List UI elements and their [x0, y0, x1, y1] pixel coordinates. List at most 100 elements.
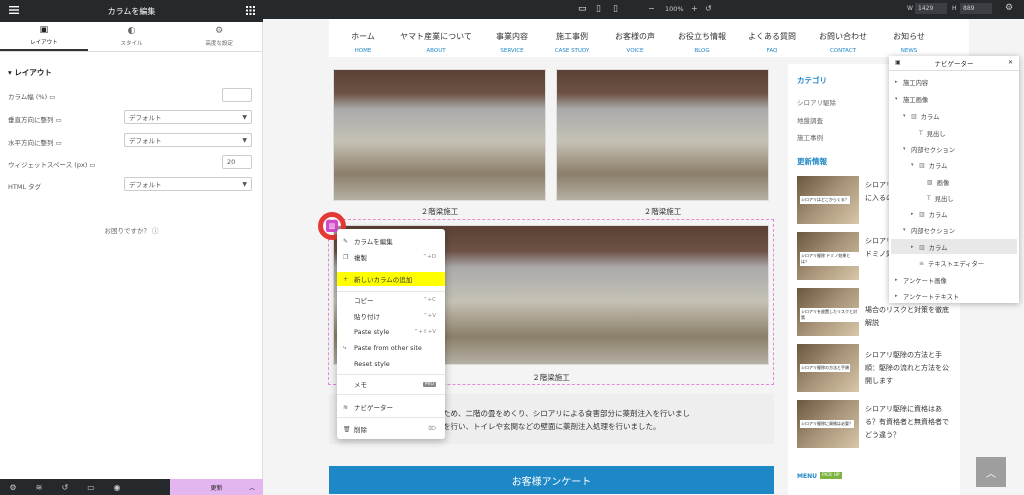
- site-nav: ホーム HOME ヤマト産業について ABOUT 事業内容 SERVICE 施工事例 C…: [329, 19, 969, 57]
- context-menu: ✎ カラムを編集 ❐ 複製 ⌃+D + 新しいカラムの追加 コピー ⌃+C 貼り付け ⌃+V…: [337, 229, 445, 439]
- navigator-item[interactable]: ▾ 施工画像: [895, 92, 928, 106]
- construction-photo[interactable]: [556, 69, 769, 201]
- close-icon[interactable]: ✕: [1008, 59, 1013, 66]
- post-title[interactable]: シロアリ駆除の方法と手順：駆除の流れと方法を公開します: [865, 349, 955, 388]
- column-icon: ▥: [919, 243, 925, 251]
- post-thumbnail[interactable]: シロアリを放置したリスクと対策: [797, 288, 859, 336]
- editor-panel: カラムを編集 ▣ レイアウト ◐ スタイル ⚙ 高度な設定 ▾ レイアウト カラム幅 …: [0, 0, 263, 495]
- category-link[interactable]: 地盤調査: [797, 115, 823, 125]
- nav-item-case-study[interactable]: 施工事例 CASE STUDY: [547, 31, 597, 54]
- chevron-right-icon: ▸: [911, 244, 914, 250]
- nav-item-service[interactable]: 事業内容 SERVICE: [487, 31, 537, 54]
- column-icon: ▥: [919, 210, 925, 218]
- navigator-item[interactable]: ▾ ▥ カラム: [903, 109, 939, 123]
- navigator-item[interactable]: ▾ ▥ カラム: [911, 158, 947, 172]
- vertical-align-select[interactable]: デフォルト ▼: [124, 110, 252, 124]
- menu-item-edit-column[interactable]: ✎ カラムを編集: [337, 234, 445, 248]
- help-link[interactable]: お困りですか？ ⓘ: [0, 225, 263, 235]
- survey-heading[interactable]: お客様アンケート: [329, 466, 774, 494]
- height-input[interactable]: 889: [960, 3, 992, 14]
- reset-zoom-icon[interactable]: ↺: [705, 4, 712, 13]
- hamburger-icon[interactable]: [9, 5, 19, 15]
- widget-space-label: ウィジェットスペース (px) ▭: [8, 161, 96, 169]
- chevron-down-icon: ▼: [242, 181, 247, 188]
- chevron-down-icon: ▾: [895, 96, 898, 102]
- menu-divider: [337, 417, 445, 418]
- column-icon: ▥: [919, 161, 925, 169]
- chevron-right-icon: ▸: [895, 277, 898, 283]
- navigator-item[interactable]: T 見出し: [919, 126, 946, 140]
- menu-item-notes[interactable]: メモ PRO: [337, 377, 445, 391]
- post-title[interactable]: 場合のリスクと対策を徹底解説: [865, 304, 955, 330]
- html-tag-select[interactable]: デフォルト ▼: [124, 177, 252, 191]
- mobile-icon[interactable]: ▯: [613, 4, 618, 14]
- column-width-input[interactable]: [222, 88, 252, 102]
- menu-item-delete[interactable]: 🗑 削除 ⌦: [337, 422, 445, 436]
- settings-icon[interactable]: ⚙: [0, 483, 26, 492]
- navigator-item[interactable]: ▾ 内部セクション: [903, 142, 955, 156]
- nav-item-about[interactable]: ヤマト産業について ABOUT: [393, 31, 479, 54]
- desktop-icon[interactable]: ▭: [578, 4, 587, 14]
- post-thumbnail[interactable]: シロアリ駆除に資格は必要？: [797, 400, 859, 448]
- navigator-item[interactable]: ▾ 内部セクション: [903, 223, 955, 237]
- tab-advanced[interactable]: ⚙ 高度な設定: [175, 22, 263, 51]
- nav-item-blog[interactable]: お役立ち情報 BLOG: [673, 31, 731, 54]
- menu-item-add-column[interactable]: + 新しいカラムの追加: [337, 272, 445, 286]
- width-input[interactable]: 1429: [915, 3, 947, 14]
- menu-item-copy[interactable]: コピー ⌃+C: [337, 293, 445, 307]
- grid-icon[interactable]: [246, 6, 255, 15]
- construction-photo[interactable]: [333, 69, 546, 201]
- settings-icon[interactable]: ⚙: [1005, 3, 1013, 13]
- menu-item-navigator[interactable]: ≋ ナビゲーター: [337, 400, 445, 414]
- post-title[interactable]: シロアリ駆除に資格はある？有資格者と無資格者でどう違う？: [865, 403, 955, 442]
- tab-style[interactable]: ◐ スタイル: [88, 22, 176, 51]
- menu-item-paste-other-site[interactable]: ⤷ Paste from other site: [337, 341, 445, 355]
- tablet-icon[interactable]: ▯: [596, 4, 601, 14]
- history-icon[interactable]: ↺: [52, 483, 78, 492]
- preview-icon[interactable]: ◉: [104, 483, 130, 492]
- nav-item-news[interactable]: お知らせ NEWS: [885, 31, 933, 54]
- navigator-panel: ▣ ナビゲーター ✕ ▸ 施工内容 ▾ 施工画像 ▾ ▥ カラム T 見出し ▾ 内部セクシ…: [889, 56, 1019, 303]
- navigator-item[interactable]: T 見出し: [927, 191, 954, 205]
- chevron-down-icon: ▾: [911, 162, 914, 168]
- menu-item-duplicate[interactable]: ❐ 複製 ⌃+D: [337, 250, 445, 264]
- horizontal-align-select[interactable]: デフォルト ▼: [124, 133, 252, 147]
- style-icon: ◐: [127, 25, 136, 36]
- update-button[interactable]: 更新 ︿: [170, 479, 263, 495]
- post-thumbnail[interactable]: シロアリ駆除の方法と手順: [797, 344, 859, 392]
- navigator-item[interactable]: ▸ アンケート画像: [895, 273, 947, 287]
- monitor-icon: ▭: [55, 116, 62, 124]
- navigator-item[interactable]: ▸ アンケートテキスト: [895, 289, 959, 303]
- chevron-up-icon: ︿: [986, 468, 996, 480]
- chevron-up-icon[interactable]: ︿: [249, 483, 255, 492]
- zoom-in-button[interactable]: +: [691, 4, 698, 13]
- menu-item-reset-style[interactable]: Reset style: [337, 357, 445, 371]
- post-thumbnail[interactable]: シロアリはどこからくる？: [797, 176, 859, 224]
- category-link[interactable]: 施工事例: [797, 132, 823, 142]
- scroll-to-top-button[interactable]: ︿: [976, 457, 1006, 487]
- responsive-icon[interactable]: ▭: [78, 483, 104, 492]
- category-link[interactable]: シロアリ駆除: [797, 97, 836, 107]
- navigator-header[interactable]: ▣ ナビゲーター ✕: [889, 56, 1019, 71]
- layers-icon: ≋: [343, 403, 349, 411]
- menu-item-paste-style[interactable]: Paste style ⌃+⇧+V: [337, 325, 445, 339]
- widget-space-input[interactable]: 20: [222, 155, 252, 169]
- menu-item-paste[interactable]: 貼り付け ⌃+V: [337, 309, 445, 323]
- section-layout-toggle[interactable]: ▾ レイアウト: [8, 67, 52, 78]
- nav-item-voice[interactable]: お客様の声 VOICE: [609, 31, 661, 54]
- post-thumbnail[interactable]: シロアリ駆除 ドミノ効果とは？: [797, 232, 859, 280]
- navigator-item-selected[interactable]: ▸ ▥ カラム: [911, 240, 947, 254]
- image-icon: ▨: [927, 178, 933, 186]
- nav-item-contact[interactable]: お問い合わせ CONTACT: [813, 31, 873, 54]
- nav-item-home[interactable]: ホーム HOME: [343, 31, 383, 54]
- navigator-item[interactable]: ≡ テキストエディター: [919, 256, 984, 270]
- navigator-item[interactable]: ▸ ▥ カラム: [911, 207, 947, 221]
- navigator-item[interactable]: ▨ 画像: [927, 175, 949, 189]
- html-tag-label: HTML タグ: [8, 183, 42, 191]
- zoom-out-button[interactable]: −: [648, 4, 655, 13]
- layers-icon[interactable]: ≋: [26, 483, 52, 492]
- nav-item-faq[interactable]: よくある質問 FAQ: [743, 31, 801, 54]
- navigator-item[interactable]: ▸ 施工内容: [895, 75, 928, 89]
- collapse-all-icon[interactable]: ▣: [895, 59, 901, 66]
- tab-layout[interactable]: ▣ レイアウト: [0, 22, 88, 51]
